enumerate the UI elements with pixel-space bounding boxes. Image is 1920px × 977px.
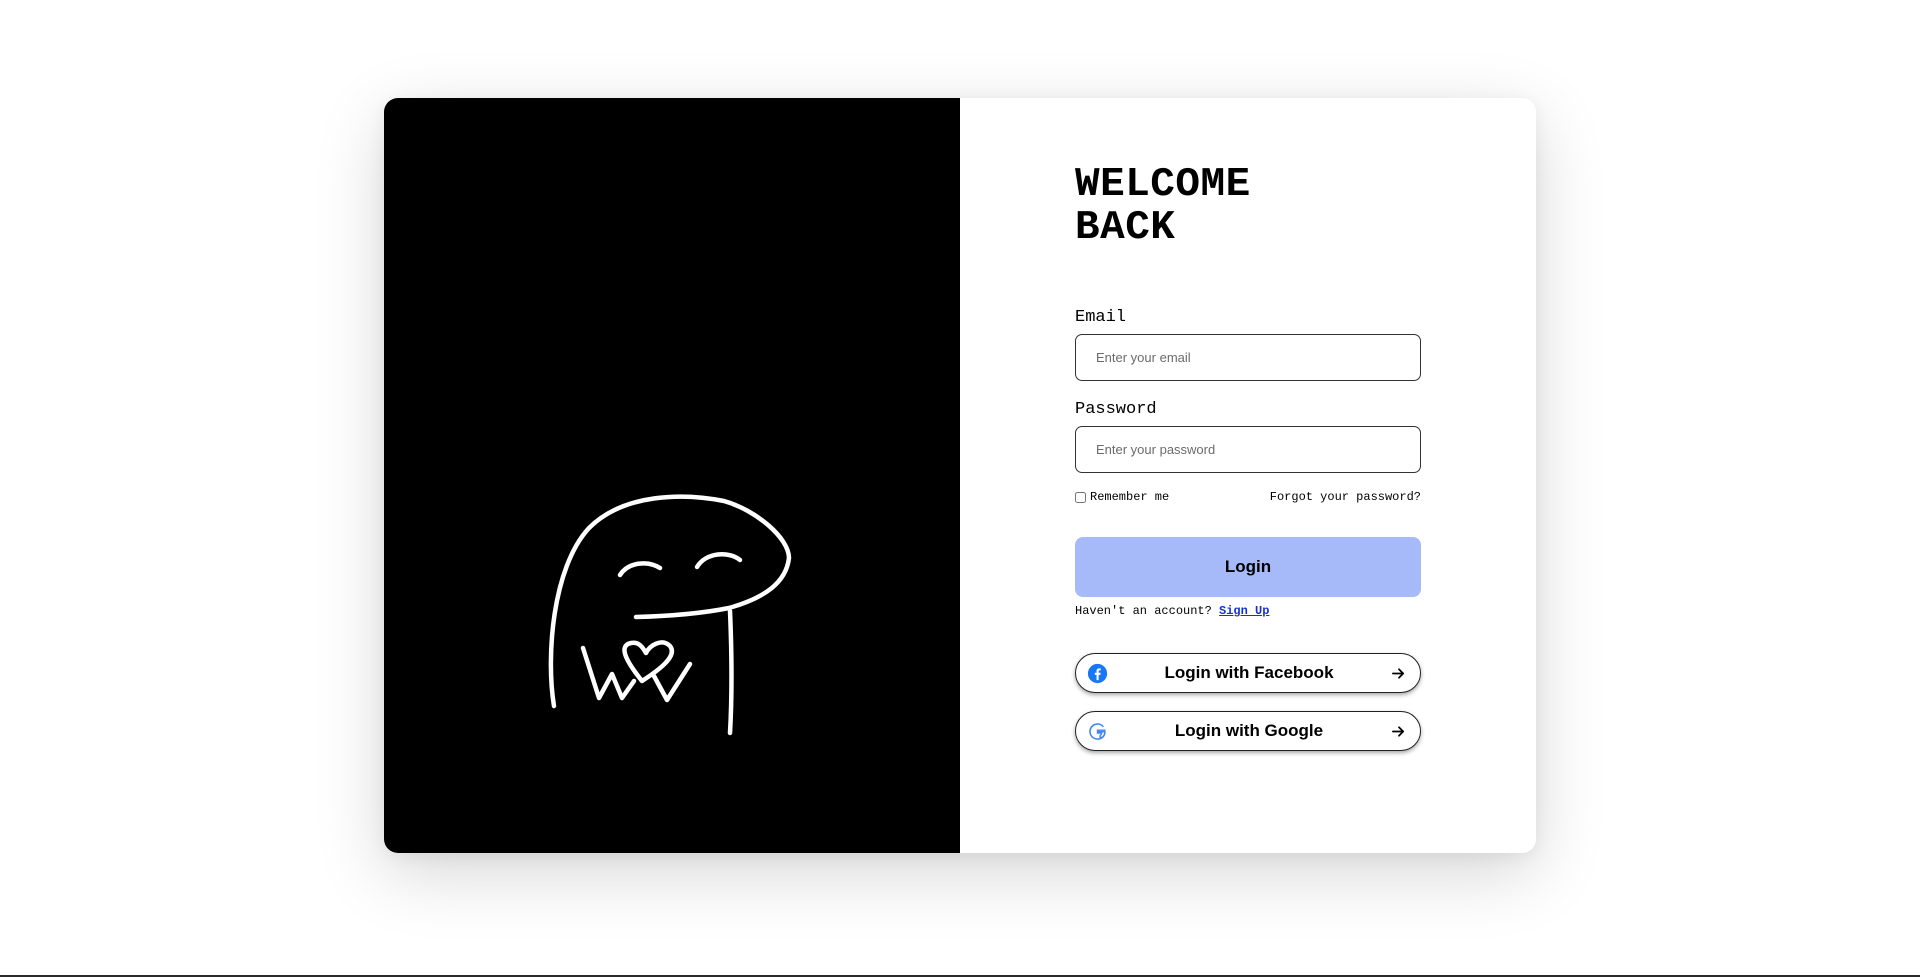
login-button[interactable]: Login	[1075, 537, 1421, 597]
login-with-google-button[interactable]: Login with Google	[1075, 711, 1421, 751]
signup-prompt: Haven't an account?	[1075, 604, 1212, 618]
arrow-right-icon	[1390, 723, 1406, 739]
title-line-2: BACK	[1075, 205, 1176, 251]
remember-me-checkbox[interactable]	[1075, 491, 1086, 503]
password-field-group: Password	[1075, 400, 1421, 473]
email-label: Email	[1075, 308, 1127, 327]
login-page: WELCOME BACK Email Password Remember me	[0, 0, 1920, 977]
forgot-password-link[interactable]: Forgot your password?	[1270, 490, 1421, 504]
email-field-group: Email	[1075, 308, 1421, 381]
page-title: WELCOME BACK	[1075, 164, 1421, 250]
login-form-panel: WELCOME BACK Email Password Remember me	[960, 98, 1536, 853]
form-options-row: Remember me Forgot your password?	[1075, 490, 1421, 504]
password-label: Password	[1075, 400, 1157, 419]
title-line-1: WELCOME	[1075, 162, 1251, 208]
signup-row: Haven't an account? Sign Up	[1075, 604, 1421, 618]
arrow-right-icon	[1390, 665, 1406, 681]
remember-me-label: Remember me	[1090, 490, 1170, 504]
character-doodle-illustration	[548, 494, 792, 736]
email-input[interactable]	[1075, 334, 1421, 381]
google-icon	[1086, 720, 1108, 742]
login-with-facebook-button[interactable]: Login with Facebook	[1075, 653, 1421, 693]
login-form: WELCOME BACK Email Password Remember me	[1075, 164, 1421, 751]
remember-me[interactable]: Remember me	[1075, 490, 1169, 504]
facebook-icon	[1086, 662, 1108, 684]
signup-link[interactable]: Sign Up	[1219, 604, 1269, 618]
password-input[interactable]	[1075, 426, 1421, 473]
google-button-label: Login with Google	[1174, 721, 1324, 740]
login-card: WELCOME BACK Email Password Remember me	[384, 98, 1536, 853]
illustration-panel	[384, 98, 960, 853]
facebook-button-label: Login with Facebook	[1164, 663, 1334, 682]
